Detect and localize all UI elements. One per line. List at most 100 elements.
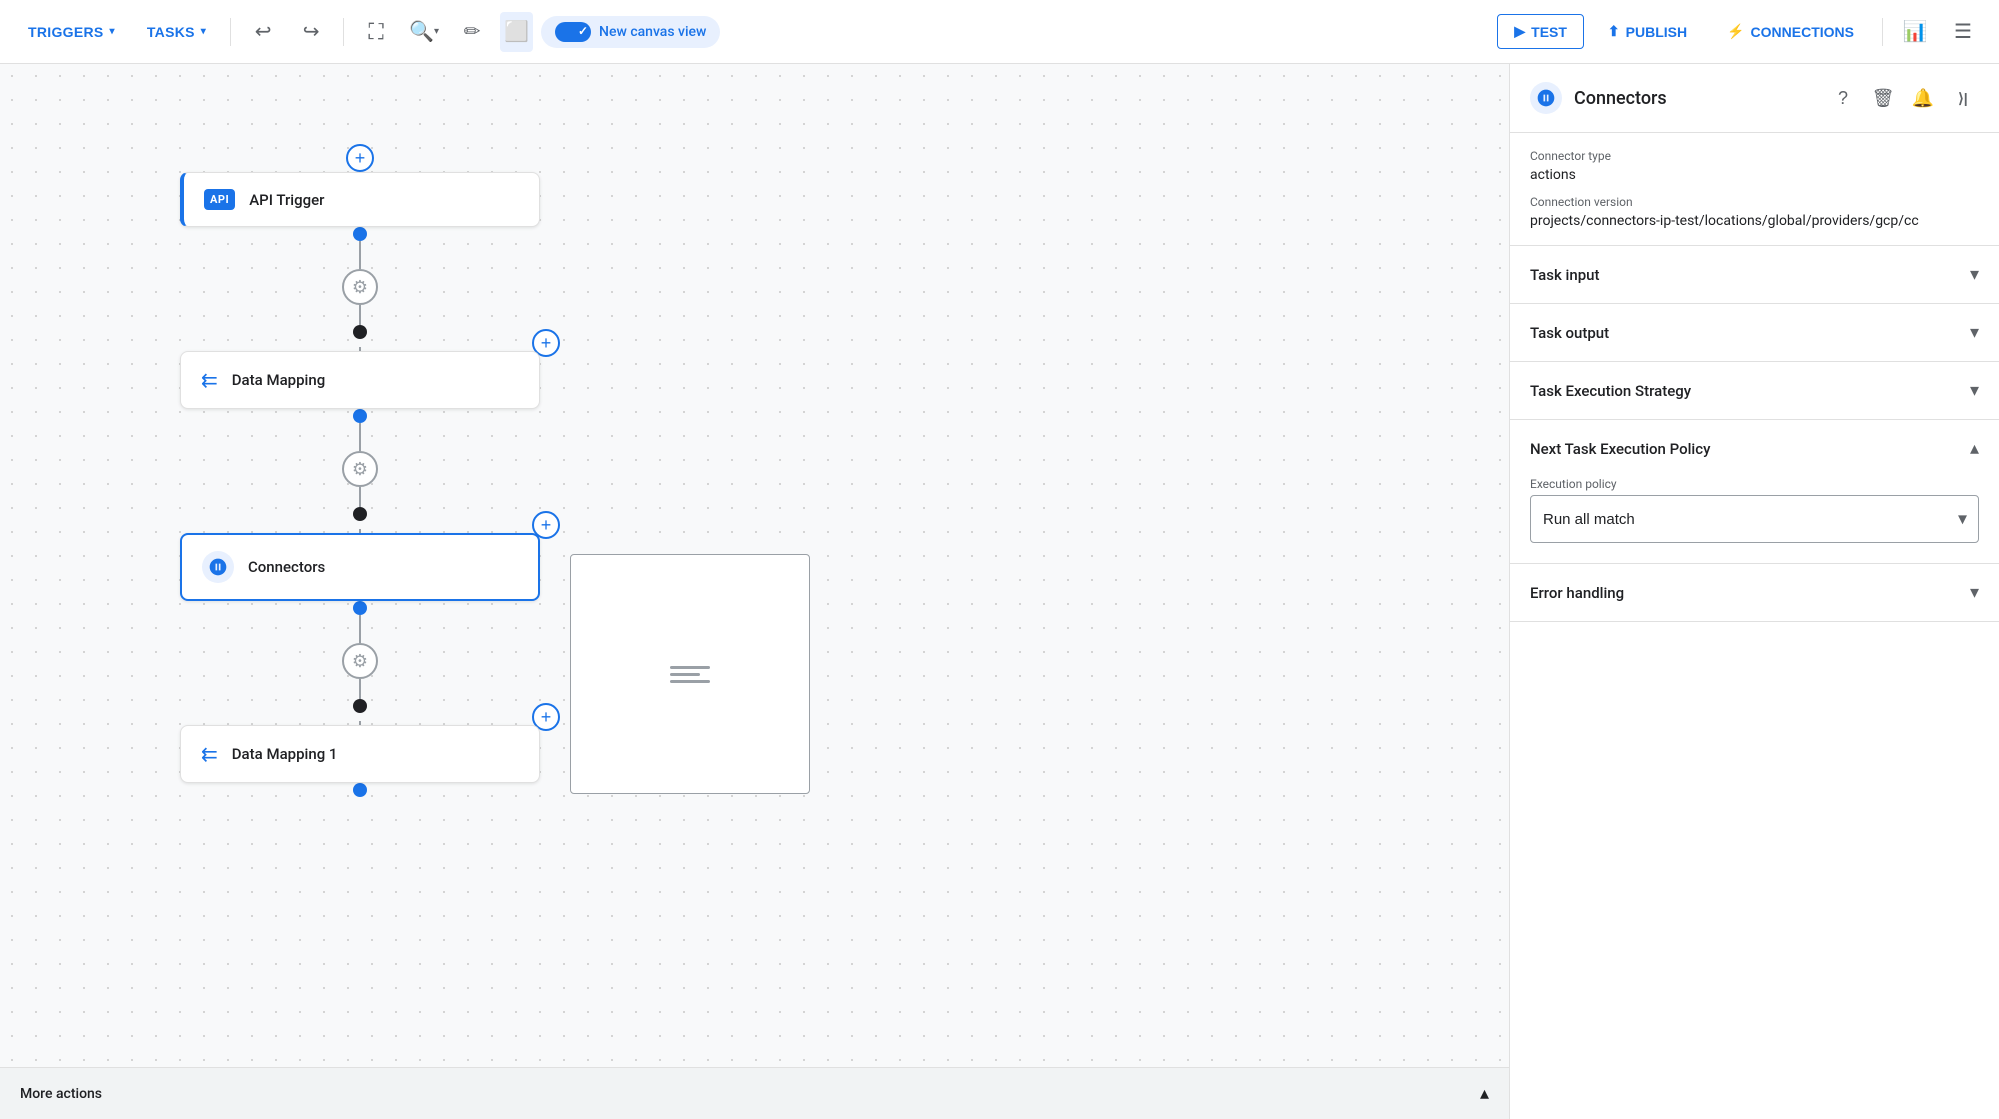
redo-button[interactable]: ↪ <box>291 12 331 52</box>
analytics-icon: 📊 <box>1903 19 1928 44</box>
execution-policy-content: Execution policy Run all match Run first… <box>1510 477 1999 563</box>
triggers-menu[interactable]: TRIGGERS ▾ <box>16 16 127 48</box>
preview-line-1 <box>670 666 710 669</box>
canvas-toggle[interactable]: New canvas view <box>541 16 720 48</box>
task-execution-strategy-title: Task Execution Strategy <box>1530 382 1691 400</box>
execution-policy-label: Execution policy <box>1530 477 1979 491</box>
task-output-title: Task output <box>1530 324 1609 342</box>
data-mapping-1-node[interactable]: ⇇ Data Mapping 1 <box>180 725 540 783</box>
connector-type-field: Connector type actions <box>1530 149 1979 183</box>
error-handling-section: Error handling ▾ <box>1510 564 1999 622</box>
bell-icon: 🔔 <box>1912 88 1934 109</box>
gear-node-1[interactable]: ⚙ <box>342 269 378 305</box>
connection-version-field: Connection version projects/connectors-i… <box>1530 195 1979 229</box>
close-panel-icon: ⟩| <box>1958 90 1967 107</box>
next-task-execution-policy-title: Next Task Execution Policy <box>1530 440 1710 458</box>
test-button[interactable]: ▶ TEST <box>1497 14 1584 49</box>
next-task-execution-policy-chevron-icon: ▴ <box>1970 438 1979 459</box>
api-icon: API <box>204 189 235 210</box>
connector-line-7 <box>359 615 361 643</box>
task-output-section: Task output ▾ <box>1510 304 1999 362</box>
connector-dot-4 <box>353 783 367 797</box>
play-icon: ▶ <box>1514 23 1525 40</box>
canvas-view-button[interactable]: ⬜ <box>500 12 533 52</box>
connector-dot-arrow-3 <box>353 699 367 713</box>
connector-line-2 <box>359 305 361 325</box>
zoom-button[interactable]: 🔍 ▾ <box>404 12 444 52</box>
close-panel-button[interactable]: ⟩| <box>1947 82 1979 114</box>
separator-1 <box>230 18 231 46</box>
zoom-icon: 🔍 <box>409 19 434 44</box>
canvas-toggle-label: New canvas view <box>599 24 706 40</box>
panel-connectors-icon <box>1536 88 1556 108</box>
menu-icon: ☰ <box>1954 19 1972 44</box>
more-actions-label: More actions <box>20 1086 102 1102</box>
connections-button[interactable]: ⚡ CONNECTIONS <box>1711 15 1870 48</box>
preview-box <box>570 554 810 794</box>
panel-header-icon-wrapper <box>1530 82 1562 114</box>
more-actions-bar[interactable]: More actions ▴ <box>0 1067 1509 1119</box>
task-output-header[interactable]: Task output ▾ <box>1510 304 1999 361</box>
task-output-chevron-icon: ▾ <box>1970 322 1979 343</box>
analytics-button[interactable]: 📊 <box>1895 12 1935 52</box>
data-mapping-node[interactable]: ⇇ Data Mapping <box>180 351 540 409</box>
error-handling-header[interactable]: Error handling ▾ <box>1510 564 1999 621</box>
connector-dot-3 <box>353 601 367 615</box>
tasks-chevron-icon: ▾ <box>201 26 206 37</box>
canvas-toggle-switch[interactable] <box>555 22 591 42</box>
next-task-execution-policy-header[interactable]: Next Task Execution Policy ▴ <box>1510 420 1999 477</box>
task-execution-strategy-section: Task Execution Strategy ▾ <box>1510 362 1999 420</box>
separator-2 <box>343 18 344 46</box>
panel-header: Connectors ? 🗑 🔔 ⟩| <box>1510 64 1999 133</box>
publish-button[interactable]: ⬆ PUBLISH <box>1592 15 1703 48</box>
connector-dot-2 <box>353 409 367 423</box>
gear-icon-1: ⚙ <box>352 277 368 298</box>
connector-type-label: Connector type <box>1530 149 1979 163</box>
more-actions-chevron-icon: ▴ <box>1480 1083 1489 1104</box>
gear-node-3[interactable]: ⚙ <box>342 643 378 679</box>
triggers-label: TRIGGERS <box>28 24 104 40</box>
add-node-top[interactable]: + <box>346 144 374 172</box>
gear-icon-3: ⚙ <box>352 651 368 672</box>
task-input-section: Task input ▾ <box>1510 246 1999 304</box>
task-input-header[interactable]: Task input ▾ <box>1510 246 1999 303</box>
canvas-icon: ⬜ <box>504 19 529 44</box>
canvas-area[interactable]: + API API Trigger ⚙ + ⇇ Data <box>0 64 1509 1119</box>
pencil-button[interactable]: ✏ <box>452 12 492 52</box>
connections-label: CONNECTIONS <box>1751 24 1854 40</box>
task-execution-strategy-header[interactable]: Task Execution Strategy ▾ <box>1510 362 1999 419</box>
connector-line-5 <box>359 487 361 507</box>
connector-line-8 <box>359 679 361 699</box>
next-task-execution-policy-section: Next Task Execution Policy ▴ Execution p… <box>1510 420 1999 564</box>
data-mapping-1-icon: ⇇ <box>201 742 218 766</box>
info-section: Connector type actions Connection versio… <box>1510 133 1999 246</box>
task-input-chevron-icon: ▾ <box>1970 264 1979 285</box>
flow-container: + API API Trigger ⚙ + ⇇ Data <box>180 144 540 797</box>
network-icon: ⛶ <box>368 19 383 45</box>
plus-icon: + <box>355 148 366 169</box>
execution-policy-field: Execution policy Run all match Run first… <box>1530 477 1979 543</box>
connector-dot-1 <box>353 227 367 241</box>
bell-button[interactable]: 🔔 <box>1907 82 1939 114</box>
publish-icon: ⬆ <box>1608 23 1620 40</box>
gear-node-2[interactable]: ⚙ <box>342 451 378 487</box>
preview-line-2 <box>670 673 700 676</box>
panel-title: Connectors <box>1574 88 1815 109</box>
api-trigger-node[interactable]: API API Trigger <box>180 172 540 227</box>
help-icon: ? <box>1838 88 1848 109</box>
toolbar: TRIGGERS ▾ TASKS ▾ ↩ ↪ ⛶ 🔍 ▾ ✏ ⬜ New can… <box>0 0 1999 64</box>
task-input-title: Task input <box>1530 266 1599 284</box>
panel-header-actions: ? 🗑 🔔 ⟩| <box>1827 82 1979 114</box>
menu-button[interactable]: ☰ <box>1943 12 1983 52</box>
tasks-menu[interactable]: TASKS ▾ <box>135 16 218 48</box>
data-mapping-1-label: Data Mapping 1 <box>232 745 338 763</box>
connectors-node[interactable]: Connectors <box>180 533 540 601</box>
help-button[interactable]: ? <box>1827 82 1859 114</box>
test-label: TEST <box>1531 24 1567 40</box>
toolbar-right: ▶ TEST ⬆ PUBLISH ⚡ CONNECTIONS 📊 ☰ <box>1497 12 1983 52</box>
execution-policy-select[interactable]: Run all match Run first match Run all <box>1530 495 1979 543</box>
undo-button[interactable]: ↩ <box>243 12 283 52</box>
delete-button[interactable]: 🗑 <box>1867 82 1899 114</box>
data-mapping-label: Data Mapping <box>232 371 325 389</box>
network-button[interactable]: ⛶ <box>356 12 396 52</box>
